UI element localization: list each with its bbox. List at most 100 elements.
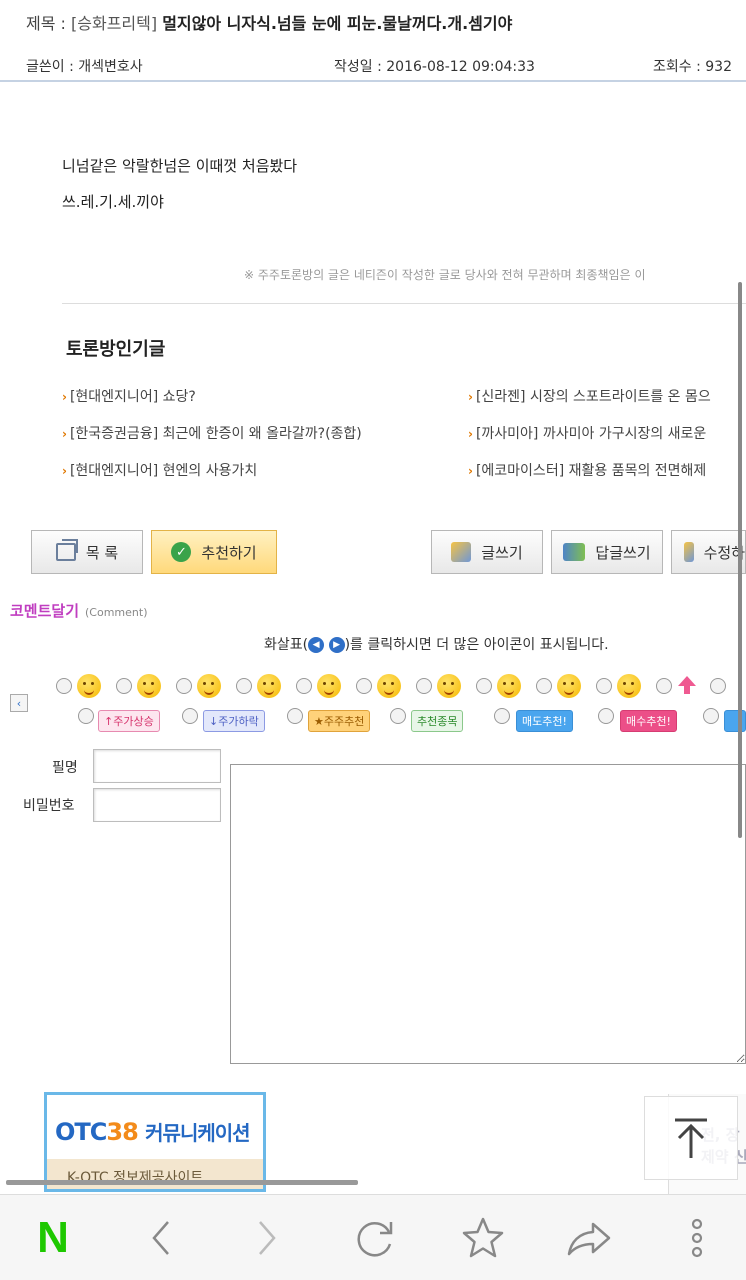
popular-post-link[interactable]: › [한국증권금융] 최근에 한증이 왜 올라갈까?(종합) — [62, 423, 362, 443]
edit-icon — [684, 542, 694, 562]
laughing-face-icon — [617, 674, 641, 698]
emoticon-radio[interactable] — [710, 678, 726, 694]
star-icon — [462, 1217, 504, 1258]
money-face-icon — [377, 674, 401, 698]
otc38-banner[interactable]: OTC38 커뮤니케이션 K-OTC 정보제공사이트 — [44, 1092, 266, 1192]
emoticon-radio[interactable] — [296, 678, 312, 694]
recommend-button[interactable]: ✓ 추천하기 — [151, 530, 277, 574]
arrow-up-icon — [678, 676, 696, 694]
emoticon-radio[interactable] — [78, 708, 94, 724]
menu-button[interactable] — [672, 1213, 722, 1263]
popular-post-link[interactable]: › [까사미아] 까사미아 가구시장의 새로운 — [468, 423, 706, 443]
popular-post-link[interactable]: › [현대엔지니어] 현엔의 사용가치 — [62, 460, 257, 480]
emoticon-radio[interactable] — [176, 678, 192, 694]
horizontal-scrollbar[interactable] — [6, 1180, 358, 1185]
popular-post-label: [한국증권금융] 최근에 한증이 왜 올라갈까?(종합) — [69, 426, 362, 442]
emoticon-radio[interactable] — [116, 678, 132, 694]
grin-face-icon — [77, 674, 101, 698]
comment-header: 코멘트달기 (Comment) — [10, 600, 148, 621]
naver-home-button[interactable]: N — [28, 1213, 78, 1263]
edit-button[interactable]: 수정하 — [671, 530, 746, 574]
emoticon-radio[interactable] — [56, 678, 72, 694]
check-icon: ✓ — [171, 542, 192, 562]
emoticon-radio[interactable] — [703, 708, 719, 724]
emoticon-radio[interactable] — [476, 678, 492, 694]
hint-text: 화살표( — [264, 637, 309, 653]
reload-button[interactable] — [350, 1213, 400, 1263]
shareholder-recommend-tag: ★주주추천 — [308, 710, 371, 732]
arrow-up-icon — [675, 1118, 707, 1158]
bullet-arrow-icon: › — [468, 464, 473, 478]
emoticon-radio[interactable] — [390, 708, 406, 724]
forward-button[interactable] — [242, 1213, 292, 1263]
arrow-left-icon: ◀ — [308, 637, 325, 653]
list-button-label: 목 록 — [85, 543, 119, 562]
brand-38: 38 — [106, 1118, 138, 1146]
post-body: 니넘같은 악랄한넘은 이때껏 처음봤다 쓰.레.기.세.끼야 — [62, 148, 297, 220]
popular-post-link[interactable]: › [신라젠] 시장의 스포트라이트를 온 몸으 — [468, 386, 711, 406]
emoticon-radio[interactable] — [656, 678, 672, 694]
vertical-scrollbar[interactable] — [738, 282, 742, 838]
list-icon — [55, 539, 78, 561]
emoticon-radio[interactable] — [356, 678, 372, 694]
comment-header-label: 코멘트달기 — [10, 602, 80, 620]
emoticon-radio[interactable] — [494, 708, 510, 724]
scroll-top-button[interactable] — [644, 1096, 738, 1180]
name-input[interactable] — [93, 749, 221, 783]
buy-recommend-tag: 매수추천! — [620, 710, 677, 732]
emoticon-radio[interactable] — [287, 708, 303, 724]
angry-face-icon — [257, 674, 281, 698]
brand-otc: OTC — [55, 1118, 107, 1146]
popular-post-label: [현대엔지니어] 현엔의 사용가치 — [69, 463, 258, 479]
popular-post-label: [에코마이스터] 재활용 품목의 전면해제 — [475, 463, 707, 479]
chevron-left-icon — [152, 1221, 169, 1255]
divider — [62, 303, 746, 304]
sell-recommend-tag: 매도추천! — [516, 710, 573, 732]
more-tag — [724, 710, 746, 732]
popular-posts-title: 토론방인기글 — [66, 339, 166, 360]
disclaimer-text: ※ 주주토론방의 글은 네티즌이 작성한 글로 당사와 전혀 무관하며 최종책임… — [244, 268, 646, 282]
bullet-arrow-icon: › — [468, 427, 473, 441]
post-body-line: 니넘같은 악랄한넘은 이때껏 처음봤다 — [62, 157, 298, 175]
naver-logo: N — [37, 1213, 69, 1262]
write-button-label: 글쓰기 — [481, 543, 523, 562]
crying-face-icon — [317, 674, 341, 698]
back-button[interactable] — [136, 1213, 186, 1263]
pencil-icon — [451, 542, 472, 562]
bookmark-button[interactable] — [458, 1213, 508, 1263]
bullet-arrow-icon: › — [62, 464, 67, 478]
popular-post-label: [현대엔지니어] 쇼당? — [69, 389, 196, 405]
post-title-row: 제목 : [승화프리텍] 멀지않아 니자식.넘들 눈에 피눈.물날꺼다.개.셈기… — [0, 0, 746, 46]
share-button[interactable] — [564, 1213, 614, 1263]
surprised-face-icon — [137, 674, 161, 698]
hint-text: )를 클릭하시면 더 많은 아이콘이 표시됩니다. — [344, 637, 609, 653]
password-input[interactable] — [93, 788, 221, 822]
name-label: 필명 — [52, 760, 78, 776]
emoticon-radio[interactable] — [596, 678, 612, 694]
write-button[interactable]: 글쓰기 — [431, 530, 543, 574]
list-button[interactable]: 목 록 — [31, 530, 143, 574]
post-meta: 글쓴이 : 개섹변호사 작성일 : 2016-08-12 09:04:33 조회… — [0, 46, 746, 82]
reply-button[interactable]: 답글쓰기 — [551, 530, 663, 574]
post-category: [승화프리텍] — [71, 14, 158, 33]
comment-textarea[interactable] — [230, 764, 746, 1064]
emoticon-radio[interactable] — [536, 678, 552, 694]
emoticon-prev-button[interactable]: ‹ — [10, 694, 28, 712]
emoticon-radio[interactable] — [416, 678, 432, 694]
recommended-stock-tag: 추천종목 — [411, 710, 464, 732]
post-title: 멀지않아 니자식.넘들 눈에 피눈.물날꺼다.개.셈기야 — [162, 14, 513, 33]
emoticon-radio[interactable] — [236, 678, 252, 694]
password-label: 비밀번호 — [23, 798, 75, 814]
bullet-arrow-icon: › — [62, 427, 67, 441]
emoticon-hint: 화살표(◀ ▶)를 클릭하시면 더 많은 아이콘이 표시됩니다. — [264, 634, 609, 654]
popular-post-link[interactable]: › [현대엔지니어] 쇼당? — [62, 386, 196, 406]
emoticon-radio[interactable] — [182, 708, 198, 724]
popular-post-link[interactable]: › [에코마이스터] 재활용 품목의 전면해제 — [468, 460, 706, 480]
emoticon-radio[interactable] — [598, 708, 614, 724]
stock-up-tag: ↑주가상승 — [98, 710, 160, 732]
reply-icon — [563, 543, 586, 561]
browser-toolbar: N — [0, 1194, 746, 1280]
sweat-face-icon — [197, 674, 221, 698]
popular-post-label: [까사미아] 까사미아 가구시장의 새로운 — [475, 426, 707, 442]
shocked-face-icon — [557, 674, 581, 698]
